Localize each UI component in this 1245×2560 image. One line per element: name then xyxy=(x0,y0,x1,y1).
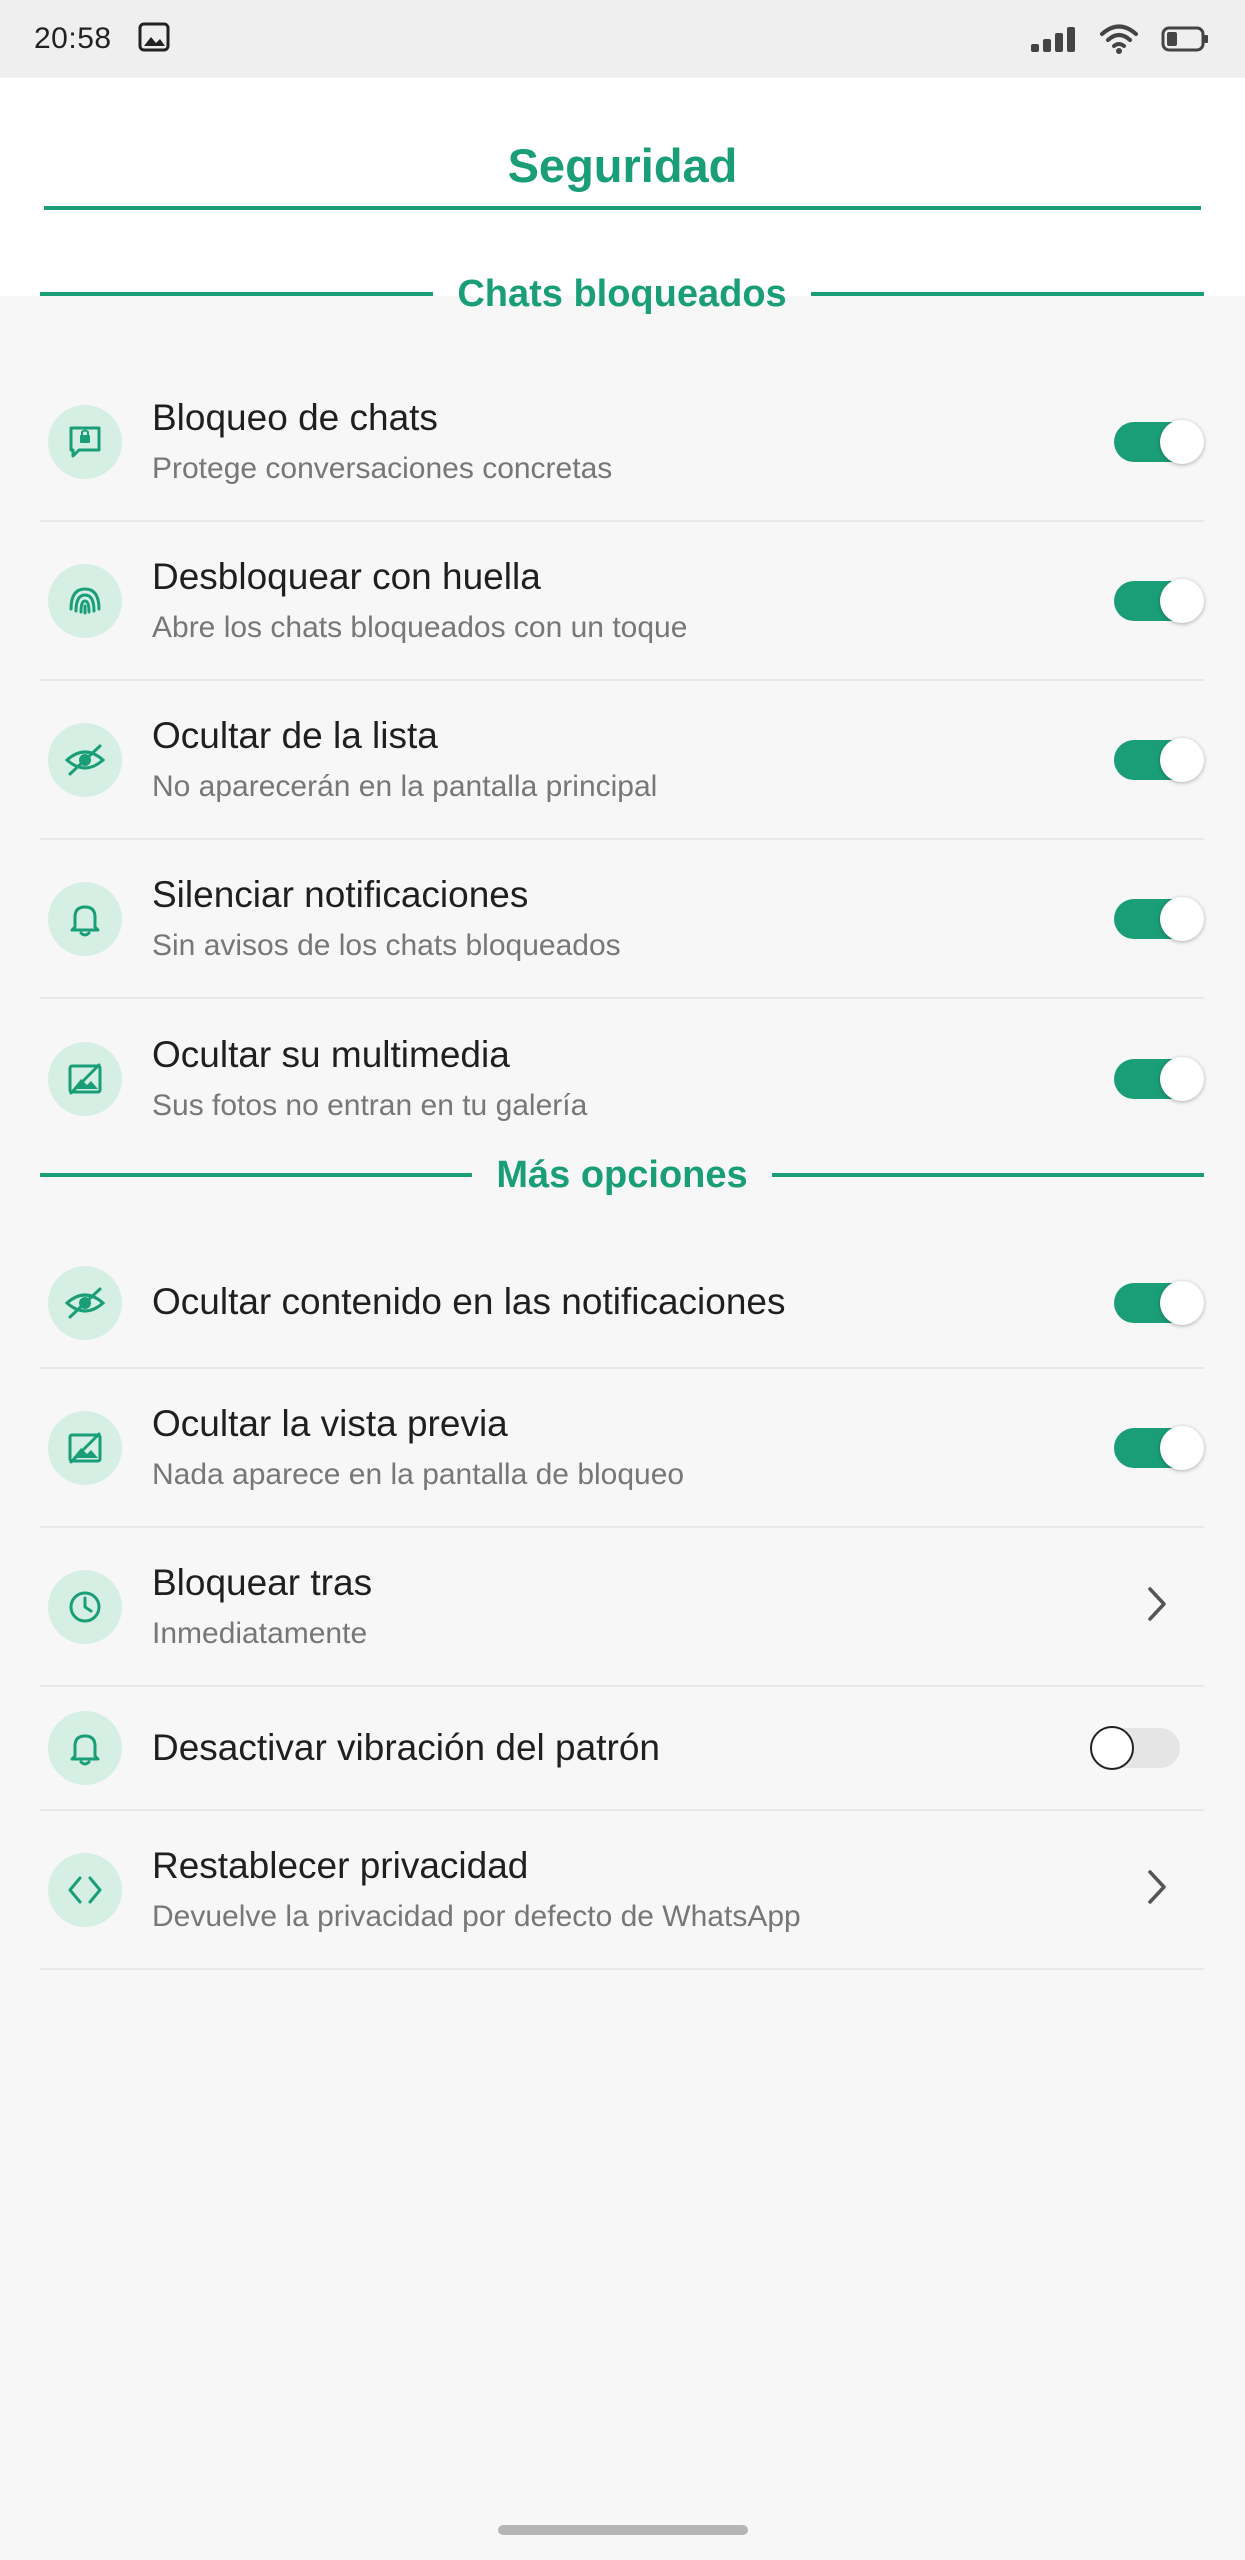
battery-icon xyxy=(1161,25,1209,53)
row-subtitle: Abre los chats bloqueados con un toque xyxy=(152,610,688,644)
row-title: Restablecer privacidad xyxy=(152,1845,529,1887)
row-title: Bloquear tras xyxy=(152,1562,373,1604)
hide-preview-toggle[interactable] xyxy=(1114,1425,1204,1470)
row-hide-preview[interactable]: Ocultar la vista previa Nada aparece en … xyxy=(40,1369,1204,1528)
row-subtitle: Protege conversaciones concretas xyxy=(152,451,613,485)
image-off-icon xyxy=(48,1410,122,1485)
fingerprint-toggle[interactable] xyxy=(1114,578,1204,623)
hide-list-toggle[interactable] xyxy=(1114,737,1204,782)
row-fingerprint[interactable]: Desbloquear con huella Abre los chats bl… xyxy=(40,522,1204,681)
hide-notification-content-toggle[interactable] xyxy=(1114,1280,1204,1325)
code-icon xyxy=(48,1852,122,1927)
row-lock-after[interactable]: Bloquear tras Inmediatamente xyxy=(40,1528,1204,1687)
row-title: Ocultar de la lista xyxy=(152,715,438,757)
row-chat-lock[interactable]: Bloqueo de chats Protege conversaciones … xyxy=(40,363,1204,522)
section-title: Más opciones xyxy=(496,1153,748,1196)
row-hide-media[interactable]: Ocultar su multimedia Sus fotos no entra… xyxy=(40,999,1204,1158)
image-off-icon xyxy=(48,1041,122,1116)
status-time: 20:58 xyxy=(34,22,112,55)
row-title: Desactivar vibración del patrón xyxy=(152,1726,660,1768)
row-reset-privacy[interactable]: Restablecer privacidad Devuelve la priva… xyxy=(40,1811,1204,1970)
pattern-vibration-toggle[interactable] xyxy=(1090,1726,1180,1770)
page-title: Seguridad xyxy=(507,139,738,192)
gallery-icon xyxy=(138,22,170,57)
row-title: Ocultar contenido en las notificaciones xyxy=(152,1281,786,1323)
row-subtitle: Nada aparece en la pantalla de bloqueo xyxy=(152,1457,685,1491)
row-title: Desbloquear con huella xyxy=(152,556,541,598)
chevron-right-icon xyxy=(1146,1868,1168,1911)
row-subtitle: No aparecerán en la pantalla principal xyxy=(152,769,658,803)
chat-lock-icon xyxy=(48,404,122,479)
section-header-blocked-chats: Chats bloqueados xyxy=(40,264,1204,324)
row-pattern-vibration[interactable]: Desactivar vibración del patrón xyxy=(40,1687,1204,1811)
signal-icon xyxy=(1031,26,1077,52)
status-bar: 20:58 xyxy=(0,0,1245,78)
row-title: Silenciar notificaciones xyxy=(152,874,529,916)
home-indicator[interactable] xyxy=(498,2525,748,2535)
chevron-right-icon xyxy=(1146,1585,1168,1628)
title-underline xyxy=(44,206,1201,210)
fingerprint-icon xyxy=(48,563,122,638)
section-title: Chats bloqueados xyxy=(457,272,787,315)
row-title: Ocultar su multimedia xyxy=(152,1034,510,1076)
row-subtitle: Sus fotos no entran en tu galería xyxy=(152,1088,588,1122)
section-header-more-options: Más opciones xyxy=(40,1145,1205,1205)
row-subtitle: Sin avisos de los chats bloqueados xyxy=(152,928,621,962)
eye-off-icon xyxy=(48,1265,122,1340)
mute-toggle[interactable] xyxy=(1114,896,1204,941)
row-hide-notification-content[interactable]: Ocultar contenido en las notificaciones xyxy=(40,1238,1204,1369)
row-title: Bloqueo de chats xyxy=(152,397,438,439)
wifi-icon xyxy=(1099,23,1139,55)
clock-icon xyxy=(48,1569,122,1644)
hide-media-toggle[interactable] xyxy=(1114,1056,1204,1101)
row-title: Ocultar la vista previa xyxy=(152,1403,508,1445)
bell-icon xyxy=(48,1711,122,1785)
chat-lock-toggle[interactable] xyxy=(1114,419,1204,464)
row-mute-notifications[interactable]: Silenciar notificaciones Sin avisos de l… xyxy=(40,840,1204,999)
bell-icon xyxy=(48,881,122,956)
eye-off-icon xyxy=(48,722,122,797)
row-subtitle: Inmediatamente xyxy=(152,1616,368,1650)
row-subtitle: Devuelve la privacidad por defecto de Wh… xyxy=(152,1899,801,1933)
row-hide-list[interactable]: Ocultar de la lista No aparecerán en la … xyxy=(40,681,1204,840)
